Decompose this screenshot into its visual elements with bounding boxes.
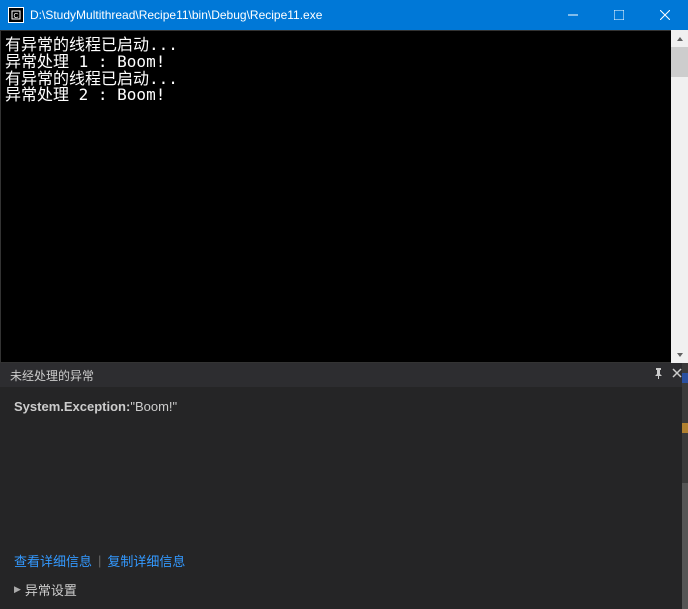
- titlebar: C D:\StudyMultithread\Recipe11\bin\Debug…: [0, 0, 688, 30]
- window-controls: [550, 0, 688, 30]
- scroll-up-button[interactable]: [671, 30, 688, 47]
- maximize-button[interactable]: [596, 0, 642, 30]
- exception-settings-toggle[interactable]: ▶ 异常设置: [14, 580, 674, 599]
- expand-icon: ▶: [14, 584, 21, 595]
- exception-panel-title: 未经处理的异常: [10, 367, 653, 384]
- exception-links: 查看详细信息 | 复制详细信息: [14, 551, 674, 570]
- right-edge-decoration: [682, 363, 688, 609]
- window-title: D:\StudyMultithread\Recipe11\bin\Debug\R…: [30, 8, 550, 22]
- exception-settings-label: 异常设置: [25, 580, 77, 599]
- exception-type: System.Exception:: [14, 399, 130, 414]
- exception-panel: 未经处理的异常 System.Exception:"Boom!" 查看详细信息 …: [0, 363, 688, 609]
- console-line: 异常处理 2 : Boom!: [5, 87, 683, 104]
- close-button[interactable]: [642, 0, 688, 30]
- svg-text:C: C: [13, 13, 18, 20]
- exception-panel-header: 未经处理的异常: [0, 363, 688, 387]
- view-details-link[interactable]: 查看详细信息: [14, 551, 92, 570]
- link-divider: |: [98, 553, 101, 568]
- copy-details-link[interactable]: 复制详细信息: [107, 551, 185, 570]
- scroll-down-button[interactable]: [671, 346, 688, 363]
- app-icon: C: [8, 7, 24, 23]
- minimize-button[interactable]: [550, 0, 596, 30]
- pin-icon[interactable]: [653, 368, 664, 382]
- exception-message: "Boom!": [130, 399, 177, 414]
- vertical-scrollbar[interactable]: [671, 30, 688, 363]
- exception-panel-controls: [653, 368, 682, 382]
- close-panel-icon[interactable]: [672, 368, 682, 382]
- console-output: 有异常的线程已启动... 异常处理 1 : Boom! 有异常的线程已启动...…: [0, 30, 688, 363]
- scrollbar-thumb[interactable]: [671, 47, 688, 77]
- exception-footer: 查看详细信息 | 复制详细信息 ▶ 异常设置: [0, 543, 688, 609]
- exception-body: System.Exception:"Boom!": [0, 387, 688, 426]
